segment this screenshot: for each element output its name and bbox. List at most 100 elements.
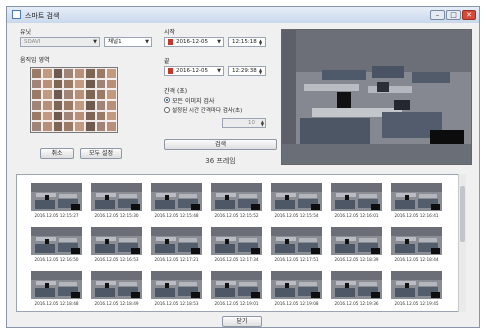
motion-grid-cell[interactable] xyxy=(63,110,74,122)
motion-grid-cell[interactable] xyxy=(52,110,64,122)
motion-grid-cell[interactable] xyxy=(106,100,117,111)
motion-grid-cell[interactable] xyxy=(84,100,96,111)
result-thumbnail[interactable]: 2016.12.05 12:15:30 xyxy=(91,183,142,219)
scrollbar-thumb[interactable] xyxy=(460,186,465,242)
motion-grid-cell[interactable] xyxy=(52,121,64,132)
motion-grid-cell[interactable] xyxy=(74,89,85,100)
motion-grid-cell[interactable] xyxy=(95,110,107,122)
start-time: 12:15:18 xyxy=(232,39,257,45)
result-thumbnail[interactable]: 2016.12.05 12:18:53 xyxy=(151,271,202,307)
result-thumbnail[interactable]: 2016.12.05 12:15:48 xyxy=(151,183,202,219)
result-thumbnail[interactable]: 2016.12.05 12:16:50 xyxy=(31,227,82,263)
motion-grid-cell[interactable] xyxy=(74,121,85,132)
motion-grid-cell[interactable] xyxy=(106,78,117,90)
motion-grid-cell[interactable] xyxy=(84,68,96,79)
motion-grid-cell[interactable] xyxy=(95,89,107,100)
result-thumbnail[interactable]: 2016.12.05 12:19:08 xyxy=(271,271,322,307)
motion-grid-cell[interactable] xyxy=(41,89,53,100)
motion-grid-cell[interactable] xyxy=(106,68,117,79)
thumbnail-timestamp: 2016.12.05 12:15:48 xyxy=(154,213,199,218)
motion-grid-cell[interactable] xyxy=(63,68,74,79)
start-date-picker[interactable]: 2016-12-05 ▼ xyxy=(164,37,224,47)
motion-grid-cell[interactable] xyxy=(63,121,74,132)
unit-select[interactable]: SDAVI ▼ xyxy=(20,37,100,47)
motion-grid-cell[interactable] xyxy=(31,89,42,100)
minimize-button[interactable]: – xyxy=(430,10,445,20)
motion-grid-cell[interactable] xyxy=(31,78,42,90)
result-thumbnail[interactable]: 2016.12.05 12:18:48 xyxy=(31,271,82,307)
select-all-button[interactable]: 모두 설정 xyxy=(80,148,122,159)
thumbnail-image xyxy=(31,271,82,299)
motion-grid-cell[interactable] xyxy=(31,100,42,111)
motion-grid-cell[interactable] xyxy=(106,110,117,122)
results-scrollbar[interactable] xyxy=(458,174,466,312)
motion-grid-cell[interactable] xyxy=(95,100,107,111)
interval-input[interactable]: 10 ▲ ▼ xyxy=(222,118,266,128)
motion-grid-cell[interactable] xyxy=(52,100,64,111)
motion-grid-cell[interactable] xyxy=(41,78,53,90)
result-thumbnail[interactable]: 2016.12.05 12:16:41 xyxy=(391,183,442,219)
motion-grid-cell[interactable] xyxy=(74,78,85,90)
motion-grid-cell[interactable] xyxy=(95,68,107,79)
search-button[interactable]: 검색 xyxy=(164,139,277,150)
result-thumbnail[interactable]: 2016.12.05 12:19:01 xyxy=(211,271,262,307)
motion-area-grid[interactable] xyxy=(30,67,118,133)
motion-grid-cell[interactable] xyxy=(74,100,85,111)
result-thumbnail[interactable]: 2016.12.05 12:19:45 xyxy=(391,271,442,307)
maximize-button[interactable]: □ xyxy=(446,10,461,20)
motion-grid-cell[interactable] xyxy=(84,78,96,90)
motion-grid-cell[interactable] xyxy=(95,78,107,90)
spinner-icon[interactable]: ▲ ▼ xyxy=(259,68,264,75)
motion-grid-cell[interactable] xyxy=(31,121,42,132)
motion-grid-cell[interactable] xyxy=(106,89,117,100)
motion-grid-cell[interactable] xyxy=(52,78,64,90)
thumbnail-image xyxy=(271,227,322,255)
motion-grid-cell[interactable] xyxy=(63,78,74,90)
motion-grid-cell[interactable] xyxy=(95,121,107,132)
thumbnail-image xyxy=(211,227,262,255)
motion-grid-cell[interactable] xyxy=(74,68,85,79)
end-time-field[interactable]: 12:29:38 ▲ ▼ xyxy=(228,66,266,76)
spinner-icon[interactable]: ▲ ▼ xyxy=(259,39,264,46)
motion-grid-cell[interactable] xyxy=(31,110,42,122)
thumbnail-timestamp: 2016.12.05 12:19:45 xyxy=(394,301,439,306)
close-window-button[interactable]: ✕ xyxy=(462,10,476,20)
motion-grid-cell[interactable] xyxy=(41,100,53,111)
motion-grid-cell[interactable] xyxy=(84,89,96,100)
cancel-button[interactable]: 취소 xyxy=(40,148,74,159)
result-thumbnail[interactable]: 2016.12.05 12:16:01 xyxy=(331,183,382,219)
result-thumbnail[interactable]: 2016.12.05 12:16:53 xyxy=(91,227,142,263)
result-thumbnail[interactable]: 2016.12.05 12:17:51 xyxy=(271,227,322,263)
motion-grid-cell[interactable] xyxy=(41,68,53,79)
motion-grid-cell[interactable] xyxy=(74,110,85,122)
motion-grid-cell[interactable] xyxy=(31,68,42,79)
motion-grid-cell[interactable] xyxy=(84,110,96,122)
motion-grid-cell[interactable] xyxy=(63,100,74,111)
motion-grid-cell[interactable] xyxy=(84,121,96,132)
result-thumbnail[interactable]: 2016.12.05 12:15:52 xyxy=(211,183,262,219)
result-thumbnail[interactable]: 2016.12.05 12:18:44 xyxy=(391,227,442,263)
thumbnail-image xyxy=(151,183,202,211)
start-time-field[interactable]: 12:15:18 ▲ ▼ xyxy=(228,37,266,47)
end-date-picker[interactable]: 2016-12-05 ▼ xyxy=(164,66,224,76)
motion-grid-cell[interactable] xyxy=(41,110,53,122)
motion-grid-cell[interactable] xyxy=(52,68,64,79)
channel-select[interactable]: 채널1 ▼ xyxy=(104,37,152,47)
chevron-down-icon: ▼ xyxy=(93,39,97,45)
result-thumbnail[interactable]: 2016.12.05 12:17:21 xyxy=(151,227,202,263)
option-all-radio[interactable] xyxy=(164,97,170,103)
thumbnail-image xyxy=(91,227,142,255)
motion-grid-cell[interactable] xyxy=(106,121,117,132)
spinner-icon[interactable]: ▲ ▼ xyxy=(259,120,264,127)
result-thumbnail[interactable]: 2016.12.05 12:15:54 xyxy=(271,183,322,219)
motion-grid-cell[interactable] xyxy=(63,89,74,100)
close-button[interactable]: 닫기 xyxy=(222,316,262,327)
result-thumbnail[interactable]: 2016.12.05 12:17:34 xyxy=(211,227,262,263)
result-thumbnail[interactable]: 2016.12.05 12:15:27 xyxy=(31,183,82,219)
result-thumbnail[interactable]: 2016.12.05 12:18:49 xyxy=(91,271,142,307)
result-thumbnail[interactable]: 2016.12.05 12:19:36 xyxy=(331,271,382,307)
motion-grid-cell[interactable] xyxy=(52,89,64,100)
result-thumbnail[interactable]: 2016.12.05 12:18:39 xyxy=(331,227,382,263)
option-interval-radio[interactable] xyxy=(164,107,170,113)
motion-grid-cell[interactable] xyxy=(41,121,53,132)
